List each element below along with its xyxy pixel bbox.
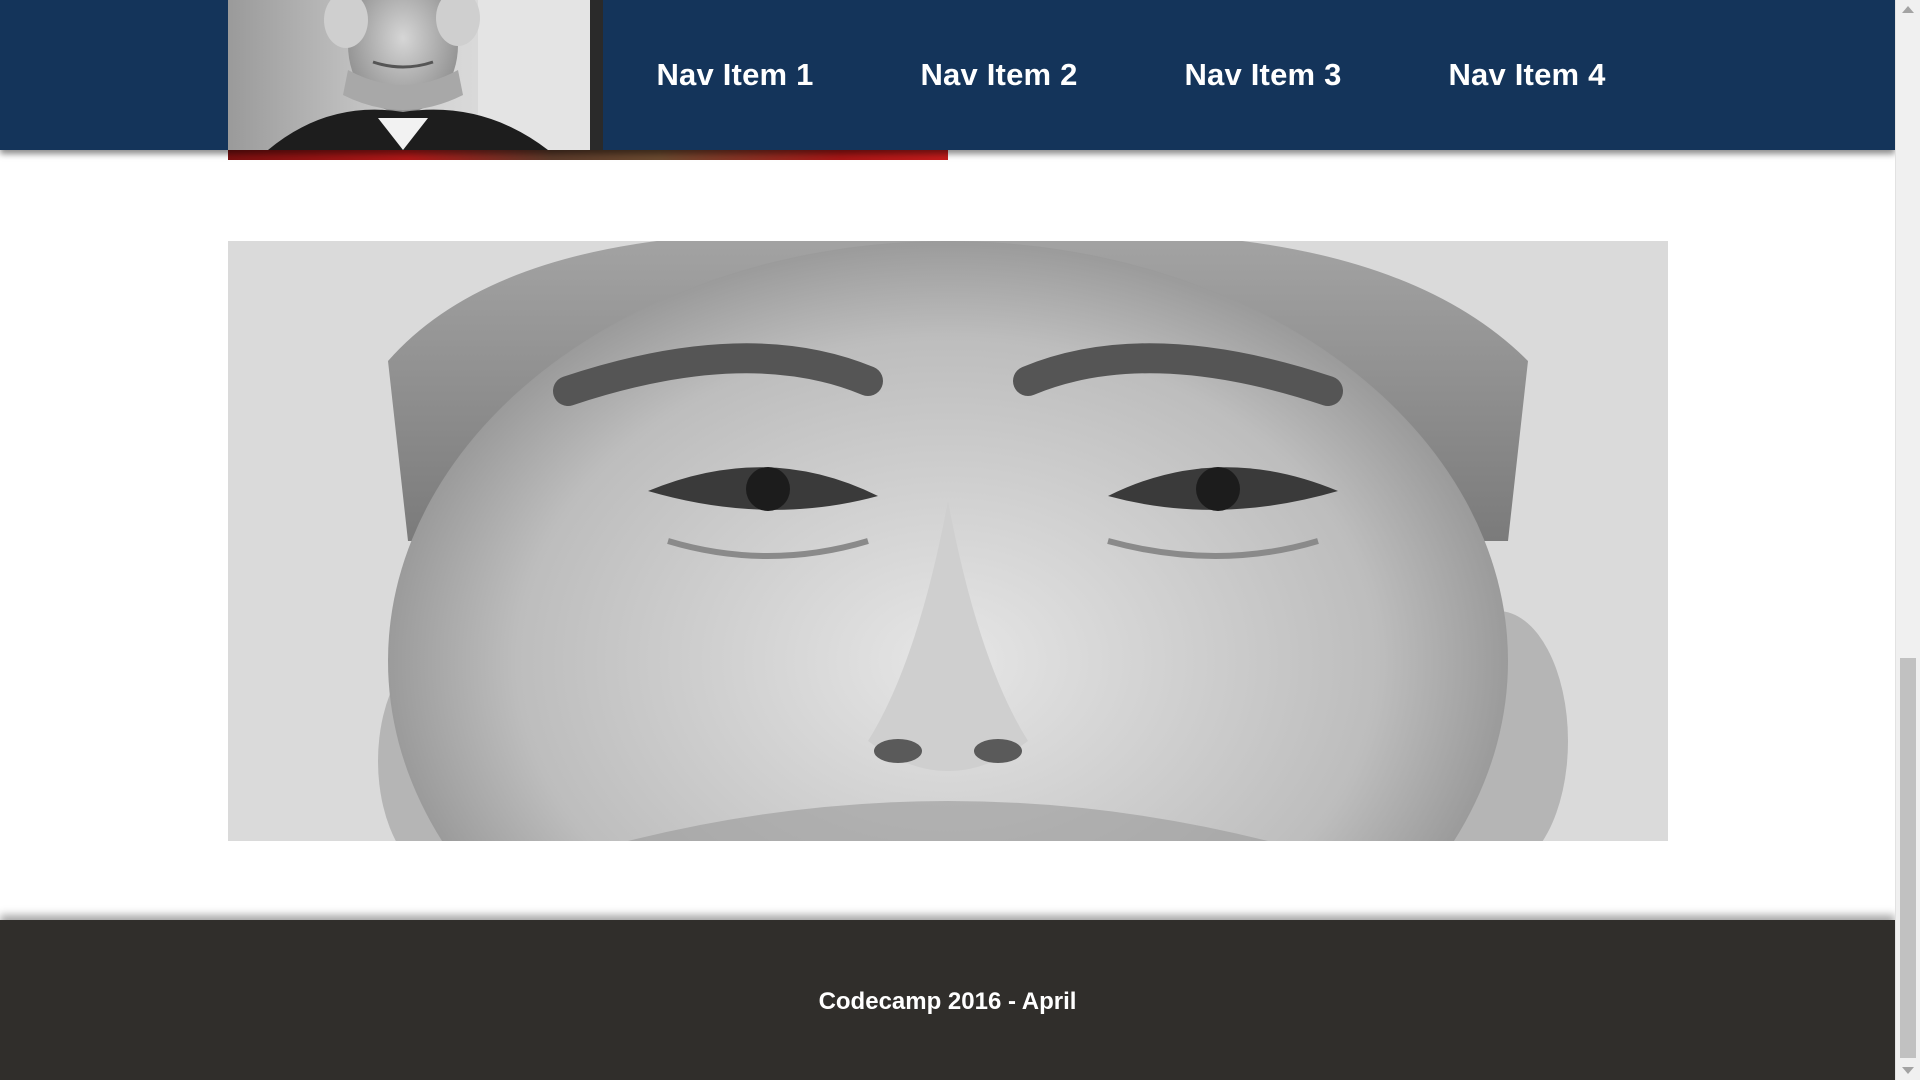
nav-item-2[interactable]: Nav Item 2 [867,57,1131,93]
nav-item-4[interactable]: Nav Item 4 [1395,57,1659,93]
vertical-scrollbar[interactable] [1895,0,1920,1080]
nav-item-1[interactable]: Nav Item 1 [603,57,867,93]
profile-photo[interactable] [228,0,603,150]
nav-item-3[interactable]: Nav Item 3 [1131,57,1395,93]
scroll-down-arrow-icon[interactable] [1902,1067,1914,1074]
footer-text: Codecamp 2016 - April [818,988,1077,1015]
main-nav: Nav Item 1 Nav Item 2 Nav Item 3 Nav Ite… [603,0,1659,150]
scrollbar-thumb[interactable] [1900,658,1916,1058]
page: Nav Item 1 Nav Item 2 Nav Item 3 Nav Ite… [0,0,1895,1080]
profile-photo-graphic [228,0,603,150]
scroll-up-arrow-icon[interactable] [1902,6,1914,13]
hero-photo [228,241,1668,841]
hero-photo-graphic [228,241,1668,841]
